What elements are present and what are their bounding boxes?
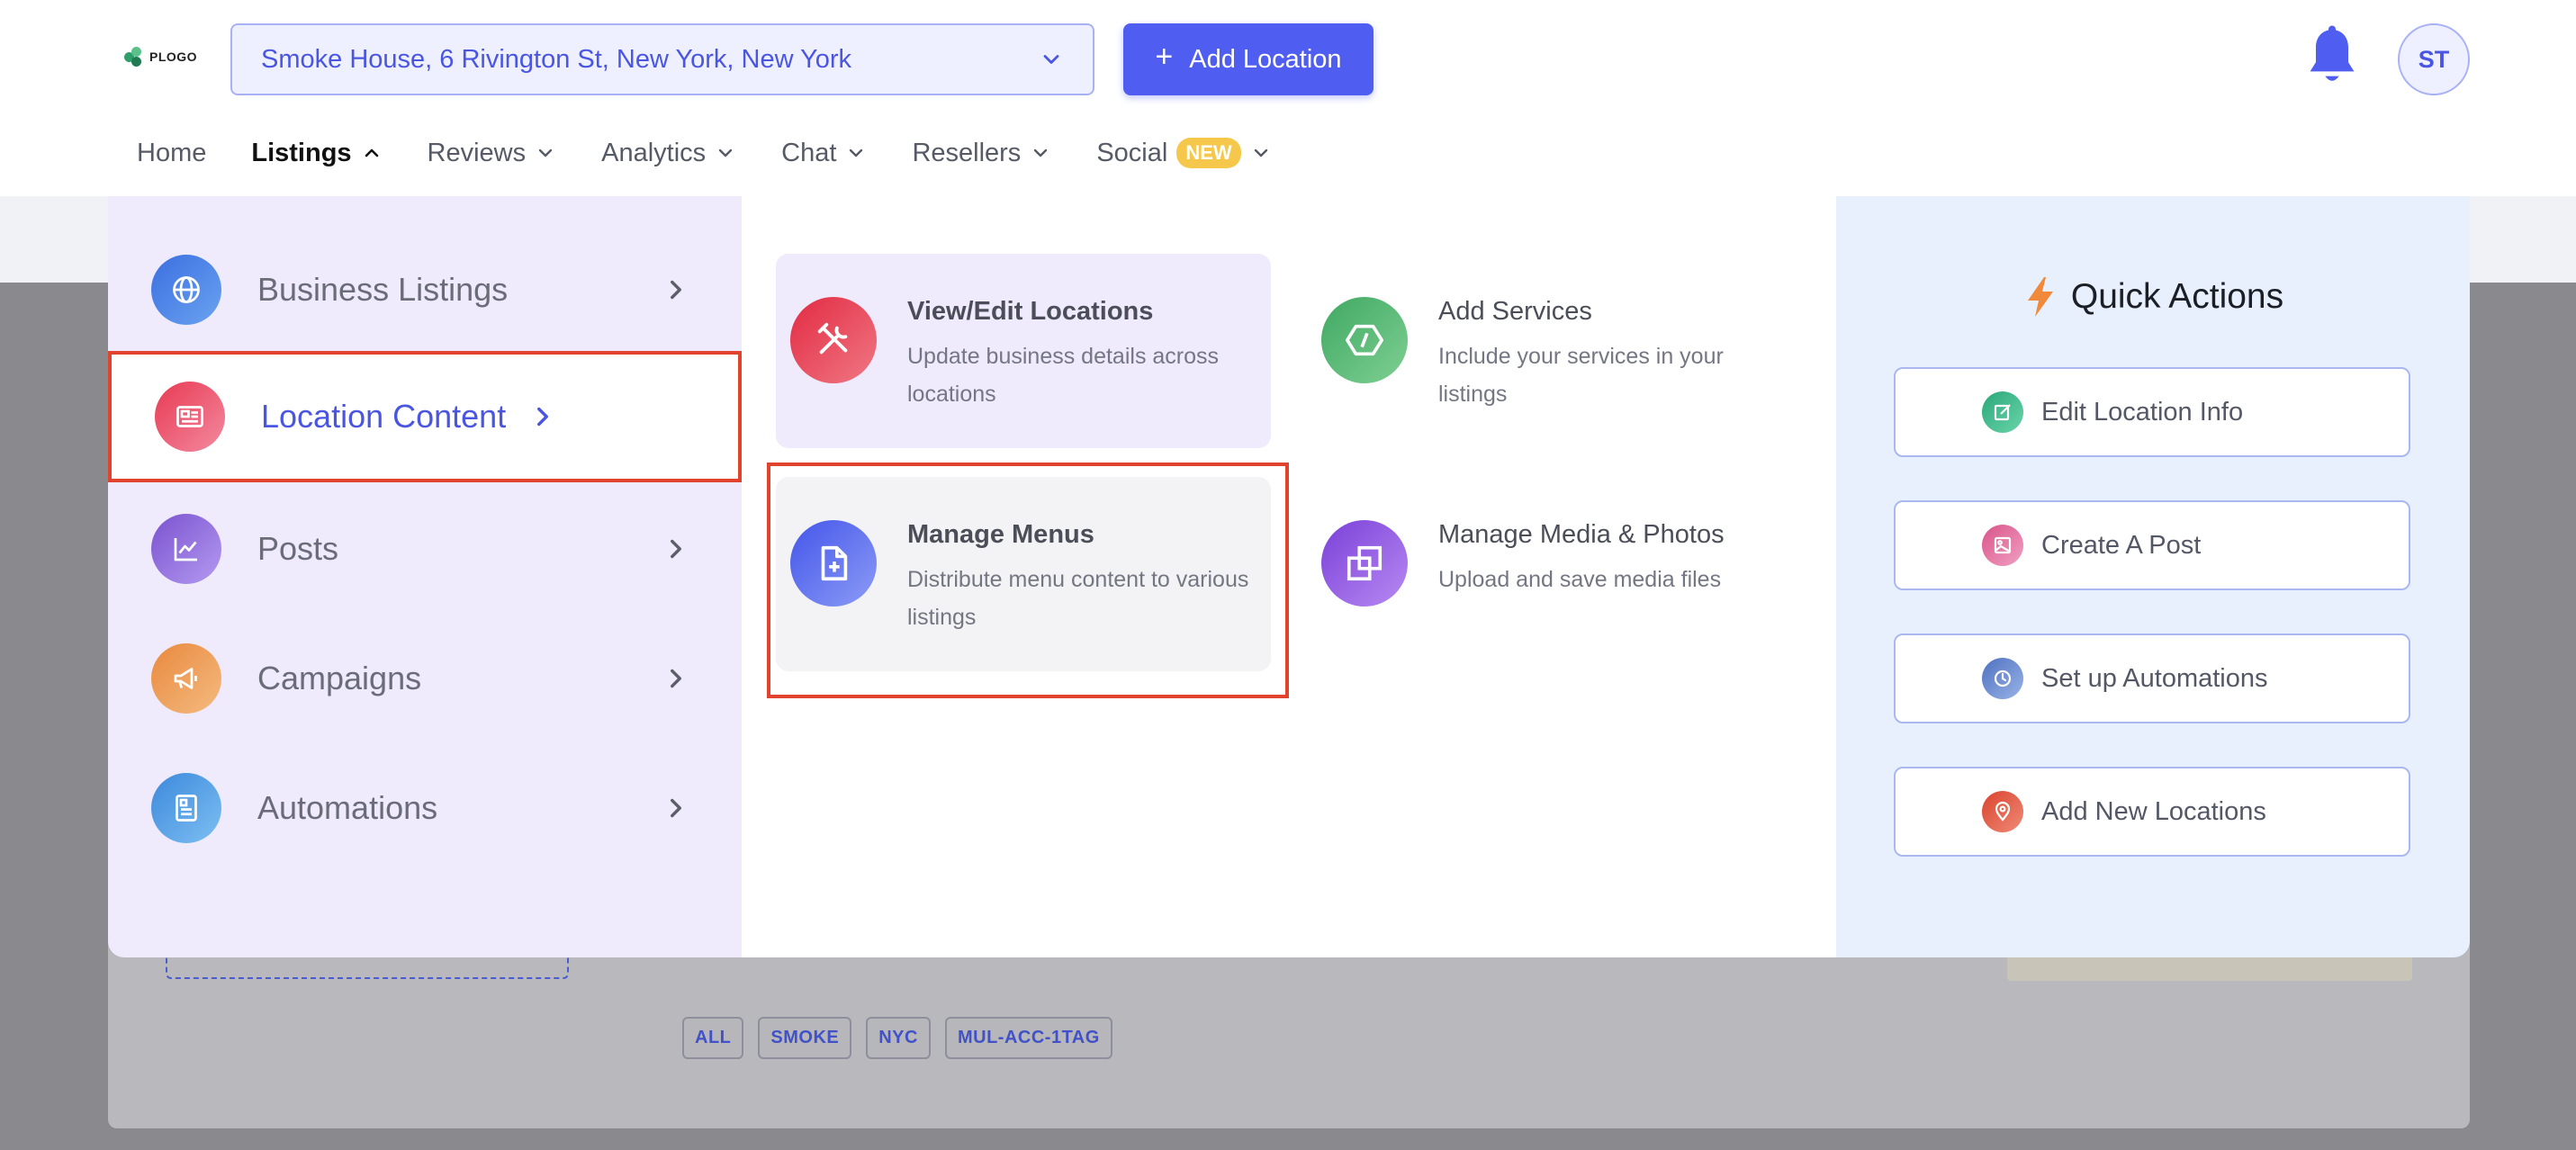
submenu-add-services[interactable]: Add Services Include your services in yo… (1307, 254, 1802, 448)
tools-icon (790, 297, 877, 383)
quick-action-label: Create A Post (2041, 530, 2202, 560)
location-selector-value: Smoke House, 6 Rivington St, New York, N… (261, 44, 852, 74)
chevron-right-icon (671, 280, 681, 300)
menu-item-campaigns[interactable]: Campaigns (108, 623, 742, 734)
background-map-thumbnail (2007, 954, 2412, 981)
edit-icon (1982, 391, 2023, 433)
nav-label: Analytics (601, 138, 707, 167)
chevron-down-icon (538, 148, 553, 157)
nav-label: Home (137, 138, 207, 167)
document-icon (151, 773, 221, 843)
app-header: PLOGO Smoke House, 6 Rivington St, New Y… (0, 0, 2576, 196)
nav-label: Reviews (427, 138, 527, 167)
chevron-right-icon (671, 669, 681, 688)
chevron-down-icon (718, 148, 733, 157)
logo-icon (124, 47, 144, 67)
menu-item-automations[interactable]: Automations (108, 752, 742, 864)
submenu-manage-media-photos[interactable]: Manage Media & Photos Upload and save me… (1307, 477, 1802, 671)
menu-item-label: Business Listings (257, 271, 509, 308)
add-location-label: Add Location (1189, 44, 1342, 74)
nav-label: Chat (781, 138, 837, 167)
submenu-title: Add Services (1438, 297, 1592, 326)
bell-icon[interactable] (2304, 25, 2360, 90)
submenu-description: Distribute menu content to various listi… (907, 567, 1249, 630)
nav-reviews[interactable]: Reviews (428, 139, 557, 168)
menu-item-label: Location Content (261, 398, 507, 435)
hexagon-icon (1321, 297, 1408, 383)
nav-label: Listings (251, 138, 352, 167)
menu-item-location-content[interactable]: Location Content (108, 351, 742, 482)
nav-analytics[interactable]: Analytics (601, 139, 736, 168)
nav-home[interactable]: Home (137, 139, 206, 168)
chevron-down-icon (1034, 148, 1048, 157)
quick-action-label: Add New Locations (2041, 796, 2266, 826)
menu-item-business-listings[interactable]: Business Listings (108, 234, 742, 346)
chevron-up-icon (365, 148, 378, 157)
menu-item-label: Campaigns (257, 660, 422, 696)
copy-icon (1321, 520, 1408, 606)
nav-social[interactable]: Social NEW (1096, 138, 1271, 168)
chevron-right-icon (671, 798, 681, 818)
menu-categories: Business Listings Location Content Posts… (108, 196, 742, 957)
submenu-title: Manage Media & Photos (1438, 520, 1725, 549)
quick-actions-panel: Quick Actions Edit Location Info Create … (1836, 196, 2470, 957)
location-tags: ALL SMOKE NYC MUL-ACC-1TAG (682, 1017, 1112, 1059)
submenu-description: Include your services in your listings (1438, 344, 1724, 407)
tag-chip[interactable]: NYC (866, 1017, 931, 1059)
nav-listings[interactable]: Listings (251, 139, 382, 168)
nav-chat[interactable]: Chat (781, 139, 867, 168)
pin-icon (1982, 791, 2023, 832)
user-avatar[interactable]: ST (2398, 23, 2470, 95)
menu-item-posts[interactable]: Posts (108, 493, 742, 605)
file-plus-icon (790, 520, 877, 606)
main-nav: Home Listings Reviews Analytics Chat Res… (137, 135, 1317, 171)
chevron-right-icon (671, 539, 681, 559)
clock-icon (1982, 658, 2023, 699)
menu-item-label: Posts (257, 530, 339, 567)
nav-label: Resellers (912, 138, 1022, 167)
plus-icon: + (1155, 40, 1174, 74)
brand-logo[interactable]: PLOGO (124, 47, 197, 67)
nav-resellers[interactable]: Resellers (912, 139, 1051, 168)
chevron-right-icon (537, 407, 549, 427)
menu-subitems: View/Edit Locations Update business deta… (742, 196, 1836, 957)
submenu-description: Upload and save media files (1438, 567, 1722, 592)
nav-label: Social (1096, 138, 1168, 167)
megaphone-icon (151, 643, 221, 714)
quick-actions-title: Quick Actions (2070, 277, 2284, 316)
set-up-automations-button[interactable]: Set up Automations (1894, 633, 2410, 723)
add-new-locations-button[interactable]: Add New Locations (1894, 767, 2410, 857)
edit-location-info-button[interactable]: Edit Location Info (1894, 367, 2410, 457)
listings-mega-menu: Business Listings Location Content Posts… (108, 196, 2470, 957)
logo-text: PLOGO (149, 49, 198, 64)
location-selector[interactable]: Smoke House, 6 Rivington St, New York, N… (230, 23, 1094, 95)
quick-action-label: Set up Automations (2041, 663, 2268, 693)
quick-action-label: Edit Location Info (2041, 397, 2244, 427)
lightning-icon (2027, 277, 2053, 317)
chevron-down-icon (850, 148, 863, 157)
add-location-button[interactable]: + Add Location (1123, 23, 1374, 95)
chevron-down-icon (1254, 148, 1267, 157)
submenu-view-edit-locations[interactable]: View/Edit Locations Update business deta… (776, 254, 1271, 448)
tag-chip[interactable]: MUL-ACC-1TAG (944, 1017, 1112, 1059)
submenu-title: Manage Menus (907, 520, 1094, 549)
image-icon (1982, 525, 2023, 566)
new-badge: NEW (1176, 138, 1241, 168)
tag-chip[interactable]: ALL (682, 1017, 744, 1059)
newspaper-icon (155, 382, 225, 452)
create-a-post-button[interactable]: Create A Post (1894, 500, 2410, 590)
globe-icon (151, 255, 221, 325)
tag-chip[interactable]: SMOKE (758, 1017, 852, 1059)
chart-icon (151, 514, 221, 584)
submenu-title: View/Edit Locations (907, 297, 1154, 326)
chevron-down-icon (1043, 55, 1059, 64)
menu-item-label: Automations (257, 789, 438, 826)
submenu-description: Update business details across locations (907, 344, 1220, 407)
submenu-manage-menus[interactable]: Manage Menus Distribute menu content to … (776, 477, 1271, 671)
quick-actions-heading: Quick Actions (1836, 275, 2470, 319)
